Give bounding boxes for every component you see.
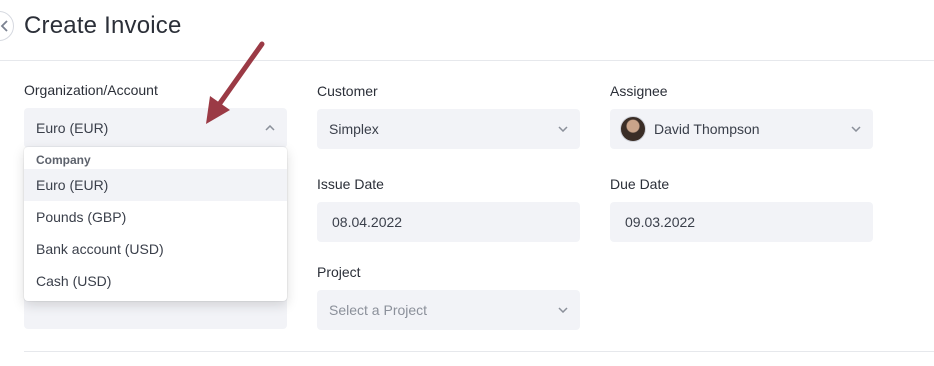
page-title: Create Invoice [24,12,182,39]
issue-date-label: Issue Date [317,176,384,192]
project-select[interactable]: Select a Project [317,290,580,330]
chevron-down-icon [558,305,568,315]
due-date-value: 09.03.2022 [625,214,696,230]
customer-value: Simplex [329,121,379,137]
dropdown-group-label: Company [36,153,91,167]
annotation-arrow-icon [206,41,265,124]
back-button[interactable] [0,11,14,41]
due-date-label: Due Date [610,176,670,192]
dropdown-option-eur[interactable]: Euro (EUR) [24,169,287,201]
assignee-select[interactable]: David Thompson [610,109,873,149]
due-date-input[interactable]: 09.03.2022 [610,202,873,242]
assignee-value: David Thompson [654,121,760,137]
project-placeholder: Select a Project [329,302,428,318]
dropdown-option-cash-usd[interactable]: Cash (USD) [24,265,287,297]
customer-label: Customer [317,83,378,99]
issue-date-value: 08.04.2022 [332,214,403,230]
organization-label: Organization/Account [24,82,158,98]
chevron-left-icon [0,20,8,32]
dropdown-option-gbp[interactable]: Pounds (GBP) [24,201,287,233]
chevron-down-icon [558,124,568,134]
customer-select[interactable]: Simplex [317,109,580,149]
assignee-label: Assignee [610,83,668,99]
issue-date-input[interactable]: 08.04.2022 [317,202,580,242]
avatar [620,116,646,142]
project-label: Project [317,264,361,280]
chevron-down-icon [851,124,861,134]
header-divider [0,60,934,61]
organization-dropdown-menu: Company Euro (EUR) Pounds (GBP) Bank acc… [24,147,287,301]
dropdown-option-bank-usd[interactable]: Bank account (USD) [24,233,287,265]
section-divider [24,351,934,352]
